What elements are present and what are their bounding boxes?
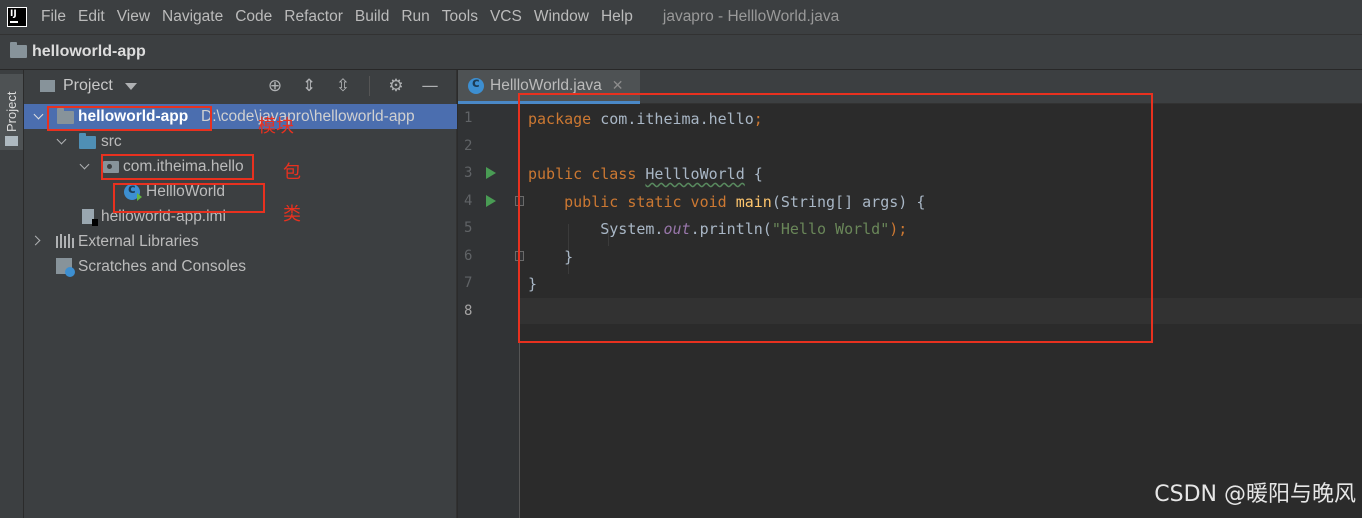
project-panel-title: Project [63, 77, 113, 94]
project-panel-header: Project ⊕ ⇕ ⇳ ⚙ — [24, 70, 456, 102]
run-class-icon[interactable] [486, 167, 496, 179]
project-folder-icon [5, 136, 18, 146]
module-annotation: 模块 [258, 116, 294, 137]
line-number: 3 [464, 165, 473, 181]
menu-bar: File Edit View Navigate Code Refactor Bu… [0, 0, 1362, 34]
menu-code[interactable]: Code [229, 0, 278, 34]
java-class-icon [468, 76, 484, 94]
module-folder-icon [10, 42, 27, 59]
menu-tools[interactable]: Tools [436, 0, 484, 34]
project-view-icon [40, 80, 55, 92]
tree-node-src[interactable]: src [24, 129, 457, 154]
tab-label: HellloWorld.java [490, 76, 602, 94]
line-number: 7 [464, 275, 473, 291]
locate-file-icon[interactable]: ⊕ [265, 76, 285, 96]
class-highlight-box [113, 183, 265, 213]
hide-panel-icon[interactable]: — [420, 76, 440, 96]
project-tool-tab-label: Project [4, 91, 19, 132]
menu-help[interactable]: Help [595, 0, 639, 34]
tree-external-libraries-label: External Libraries [78, 232, 199, 250]
project-panel: Project ⊕ ⇕ ⇳ ⚙ — helloworld-app D:\code… [24, 70, 457, 518]
tree-module-path: D:\code\javapro\helloworld-app [201, 107, 415, 125]
navigation-bar: helloworld-app [0, 34, 1362, 70]
line-number: 2 [464, 138, 473, 154]
editor-gutter: 1 2 3 4 5 6 7 8 [458, 104, 524, 518]
tree-node-external-libraries[interactable]: External Libraries [24, 229, 457, 254]
menu-run[interactable]: Run [395, 0, 435, 34]
package-annotation: 包 [283, 162, 301, 183]
menu-vcs[interactable]: VCS [484, 0, 528, 34]
chevron-down-icon [124, 82, 137, 90]
menu-navigate[interactable]: Navigate [156, 0, 229, 34]
menu-edit[interactable]: Edit [72, 0, 111, 34]
breadcrumb-project[interactable]: helloworld-app [32, 43, 146, 61]
tree-scratches-label: Scratches and Consoles [78, 257, 247, 275]
watermark: CSDN @暖阳与晚风 [1154, 482, 1356, 507]
code-highlight-box [518, 93, 1153, 343]
library-icon [56, 234, 74, 248]
menu-refactor[interactable]: Refactor [278, 0, 349, 34]
project-tool-tab[interactable]: Project [0, 74, 23, 150]
intellij-logo-icon[interactable] [7, 7, 27, 27]
class-annotation: 类 [283, 204, 301, 225]
source-folder-icon [79, 133, 96, 154]
run-main-icon[interactable] [486, 195, 496, 207]
line-number: 6 [464, 248, 473, 264]
project-view-selector[interactable]: Project [40, 77, 137, 95]
line-number: 5 [464, 220, 473, 236]
chevron-down-icon[interactable] [57, 136, 67, 146]
menu-view[interactable]: View [111, 0, 156, 34]
line-number: 1 [464, 110, 473, 126]
menu-file[interactable]: File [35, 0, 72, 34]
collapse-all-icon[interactable]: ⇳ [333, 76, 353, 96]
chevron-down-icon[interactable] [34, 111, 44, 121]
line-number: 8 [464, 303, 473, 319]
gear-icon[interactable]: ⚙ [386, 76, 406, 96]
line-number: 4 [464, 193, 473, 209]
menu-build[interactable]: Build [349, 0, 395, 34]
iml-file-icon [82, 209, 98, 226]
window-title: javapro - HellloWorld.java [662, 8, 840, 25]
tree-node-scratches[interactable]: Scratches and Consoles [24, 254, 457, 279]
left-tool-strip: Project [0, 70, 24, 518]
chevron-right-icon[interactable] [32, 236, 42, 246]
tree-src-label: src [101, 132, 122, 150]
menu-window[interactable]: Window [528, 0, 595, 34]
close-icon[interactable]: ✕ [612, 78, 624, 94]
module-highlight-box [47, 106, 212, 131]
scratches-icon [56, 258, 75, 277]
toolbar-divider [369, 76, 370, 96]
chevron-down-icon[interactable] [80, 161, 90, 171]
expand-all-icon[interactable]: ⇕ [299, 76, 319, 96]
package-highlight-box [101, 154, 254, 180]
